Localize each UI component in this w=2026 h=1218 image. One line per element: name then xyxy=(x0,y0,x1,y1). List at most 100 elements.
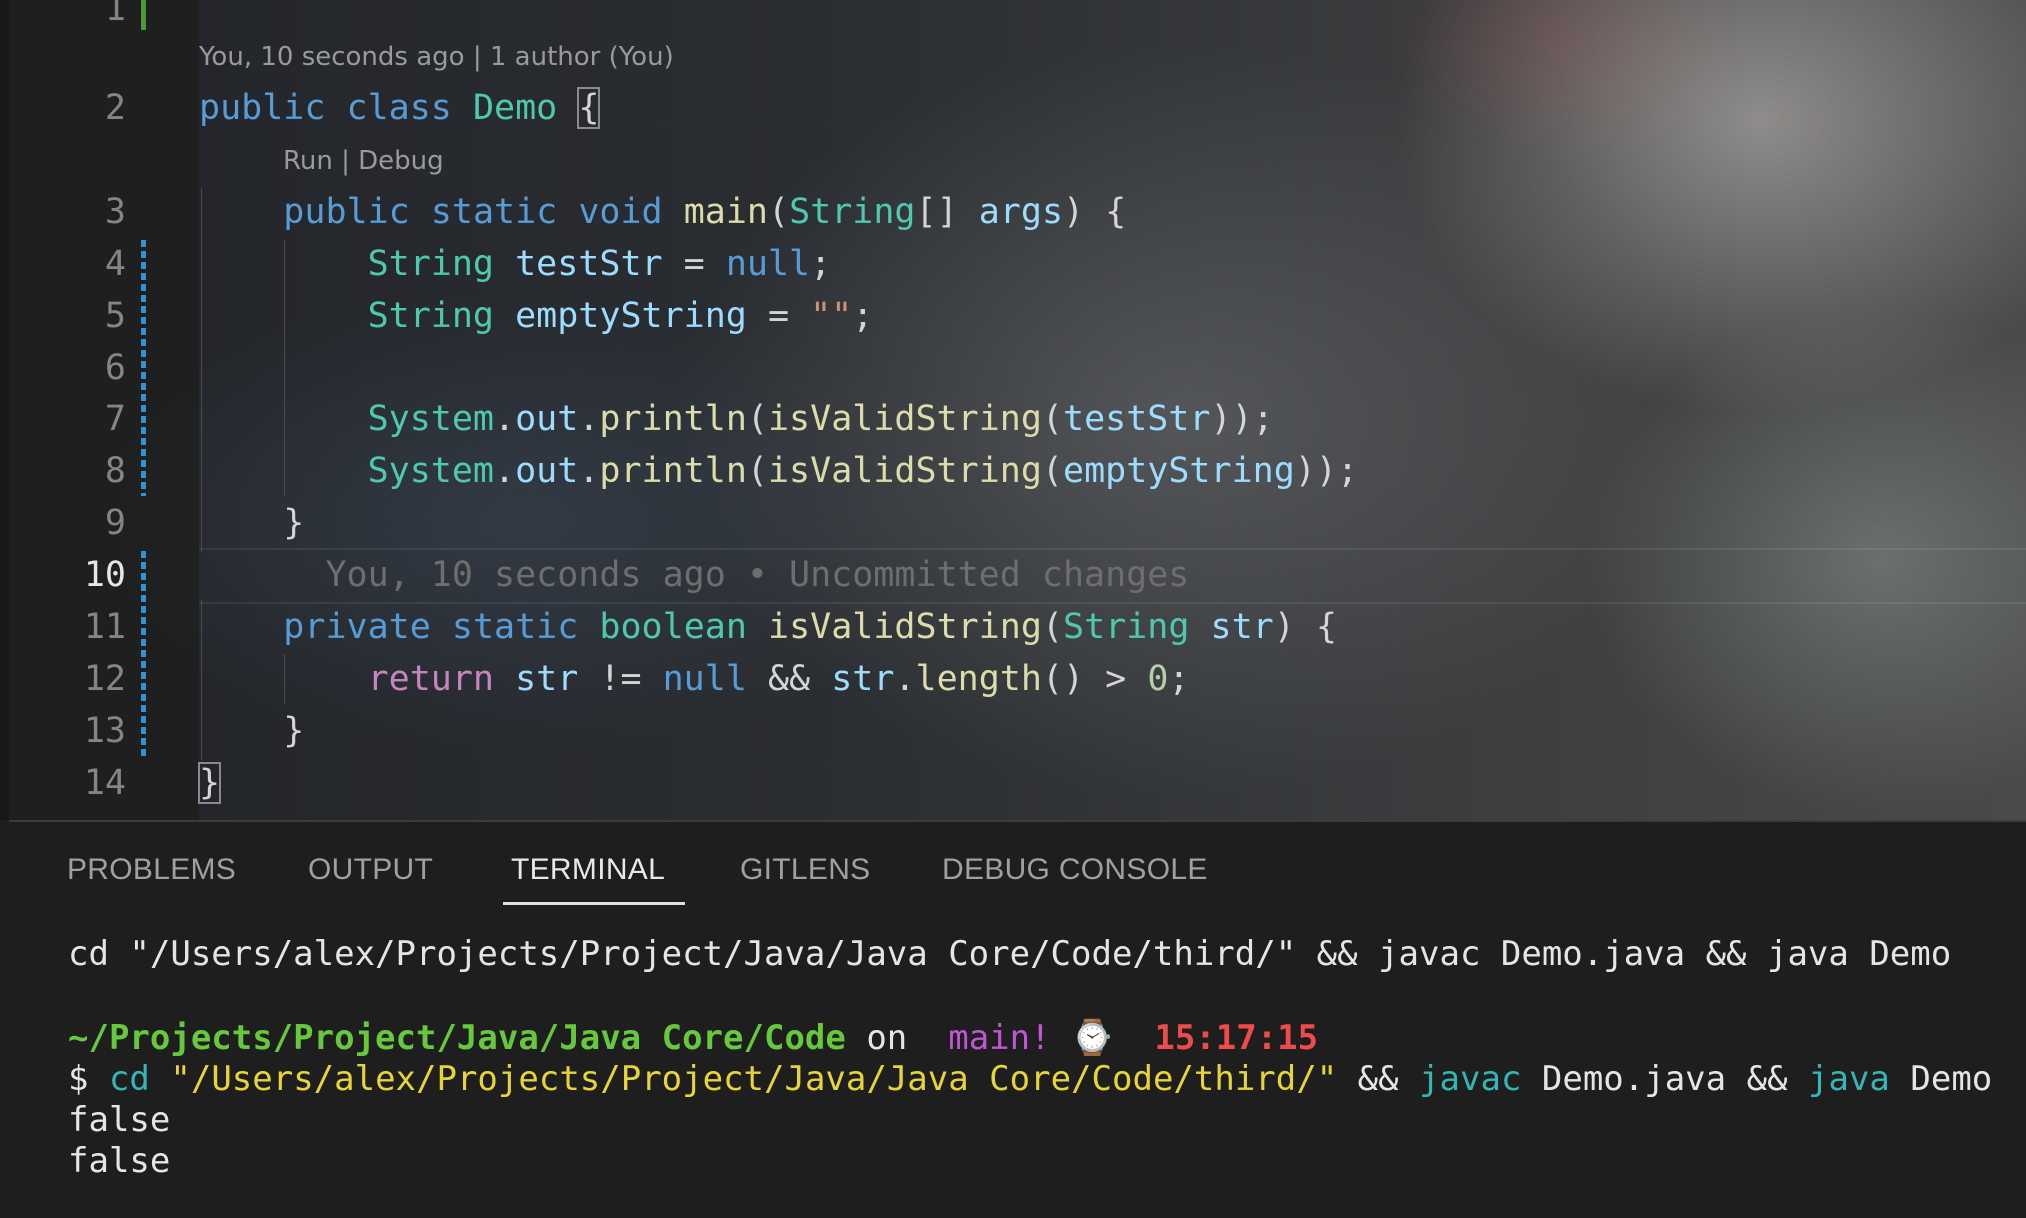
code-token: Demo xyxy=(472,88,558,128)
code-token: boolean xyxy=(599,607,747,647)
code-token: } xyxy=(283,711,305,751)
tab-debug-console[interactable]: DEBUG CONSOLE xyxy=(942,853,1208,887)
line-number: 9 xyxy=(104,503,126,543)
cmd-file: Demo.java xyxy=(1521,1059,1727,1099)
terminal-output-line: false xyxy=(68,1141,171,1181)
line-number: 14 xyxy=(83,763,126,803)
code-token: String xyxy=(789,192,916,232)
inline-blame-annotation[interactable]: You, 10 seconds ago • Uncommitted change… xyxy=(199,549,1189,601)
code-token: null xyxy=(725,244,811,284)
code-token: class xyxy=(346,88,452,128)
tab-terminal[interactable]: TERMINAL xyxy=(511,853,665,887)
inline-blame-text: You, 10 seconds ago • Uncommitted change… xyxy=(325,555,1190,595)
code-token: 0 xyxy=(1147,659,1169,699)
code-line-13: } xyxy=(199,705,304,757)
code-line-3: public static void main(String[] args) { xyxy=(199,186,1126,238)
code-token: . xyxy=(494,399,516,439)
code-token: out xyxy=(515,399,579,439)
code-token: ( xyxy=(746,451,768,491)
code-token: () xyxy=(1041,659,1085,699)
code-token: length xyxy=(915,659,1042,699)
code-token: String xyxy=(367,244,495,284)
code-line-12: return str != null && str.length() > 0; xyxy=(199,653,1190,705)
code-editor[interactable]: 1 2 3 4 5 6 7 8 9 10 11 12 13 14 You, 10… xyxy=(0,0,2026,820)
code-token: System xyxy=(367,399,495,439)
tab-problems[interactable]: PROBLEMS xyxy=(67,853,236,887)
code-token: && xyxy=(746,659,832,699)
terminal-output-line: false xyxy=(68,1100,171,1140)
line-number: 1 xyxy=(104,0,126,29)
code-token: main xyxy=(683,192,768,232)
line-number: 6 xyxy=(104,348,126,388)
code-token: testStr xyxy=(515,244,663,284)
code-token: println xyxy=(599,399,747,439)
code-token: void xyxy=(578,192,663,232)
line-number: 3 xyxy=(104,192,126,232)
prompt-on: on xyxy=(845,1018,928,1058)
code-token: private xyxy=(283,607,431,647)
cmd-and: && xyxy=(1726,1059,1809,1099)
git-modified-marker[interactable] xyxy=(141,240,146,496)
code-token: str xyxy=(515,659,579,699)
terminal-command: $ cd "/Users/alex/Projects/Project/Java/… xyxy=(68,1059,1992,1100)
gitlens-author-lens[interactable]: You, 10 seconds ago | 1 author (You) xyxy=(199,42,674,72)
code-line-11: private static boolean isValidString(Str… xyxy=(199,601,1337,653)
code-line-14: } xyxy=(197,757,222,809)
code-token: . xyxy=(494,451,516,491)
code-line-2: public class Demo { xyxy=(199,82,601,134)
code-token: = xyxy=(746,296,811,336)
code-token: ) { xyxy=(1063,192,1127,232)
prompt-path: ~/Projects/Project/Java/Java Core/Code xyxy=(68,1018,846,1058)
clock-icon: ⌚ xyxy=(1071,1018,1114,1058)
code-token: isValidString xyxy=(767,451,1042,491)
code-token: > xyxy=(1084,659,1148,699)
terminal-prompt: ~/Projects/Project/Java/Java Core/Code o… xyxy=(68,1018,1318,1059)
activity-strip xyxy=(0,0,9,820)
bracket-match: { xyxy=(577,87,601,129)
code-token: != xyxy=(578,659,663,699)
code-token: args xyxy=(978,192,1064,232)
code-token: [] xyxy=(915,192,979,232)
prompt-branch: main! xyxy=(927,1018,1051,1058)
code-token: "" xyxy=(810,296,853,336)
code-token: ) { xyxy=(1273,607,1337,647)
cmd-javac: javac xyxy=(1419,1059,1522,1099)
code-token: return xyxy=(367,659,495,699)
code-token: System xyxy=(367,451,495,491)
run-debug-lens[interactable]: Run | Debug xyxy=(283,146,444,176)
line-number: 8 xyxy=(104,451,126,491)
code-token: ( xyxy=(1041,607,1064,647)
code-token: ( xyxy=(768,192,790,232)
code-token: emptyString xyxy=(515,296,747,336)
code-token: String xyxy=(1063,607,1190,647)
code-line-7: System.out.println(isValidString(testStr… xyxy=(199,393,1274,445)
code-token: str xyxy=(831,659,895,699)
code-token: ( xyxy=(1041,399,1063,439)
code-token: } xyxy=(283,503,305,543)
code-line-4: String testStr = null; xyxy=(199,238,832,290)
cmd-path: "/Users/alex/Projects/Project/Java/Java … xyxy=(170,1059,1338,1099)
cmd-class: Demo xyxy=(1889,1059,1993,1099)
code-token: isValidString xyxy=(768,607,1042,647)
line-number: 12 xyxy=(83,659,126,699)
tab-gitlens[interactable]: GITLENS xyxy=(740,853,870,887)
code-token: isValidString xyxy=(767,399,1042,439)
git-added-marker[interactable] xyxy=(141,0,146,30)
bracket-match: } xyxy=(197,762,222,804)
code-token: public xyxy=(199,88,326,128)
code-token: ( xyxy=(1041,451,1063,491)
git-modified-marker[interactable] xyxy=(141,551,146,756)
prompt-dollar: $ xyxy=(68,1059,109,1099)
code-token: )); xyxy=(1210,399,1274,439)
prompt-time: 15:17:15 xyxy=(1154,1018,1319,1058)
code-token: testStr xyxy=(1063,399,1211,439)
tab-output[interactable]: OUTPUT xyxy=(308,853,433,887)
code-token: static xyxy=(451,607,579,647)
code-line-9: } xyxy=(199,497,304,549)
cmd-cd: cd xyxy=(108,1059,150,1099)
line-number: 4 xyxy=(104,244,126,284)
terminal-command-echo: cd "/Users/alex/Projects/Project/Java/Ja… xyxy=(68,934,1952,974)
code-token: . xyxy=(578,399,600,439)
line-number: 2 xyxy=(104,88,126,128)
code-token: = xyxy=(662,244,726,284)
